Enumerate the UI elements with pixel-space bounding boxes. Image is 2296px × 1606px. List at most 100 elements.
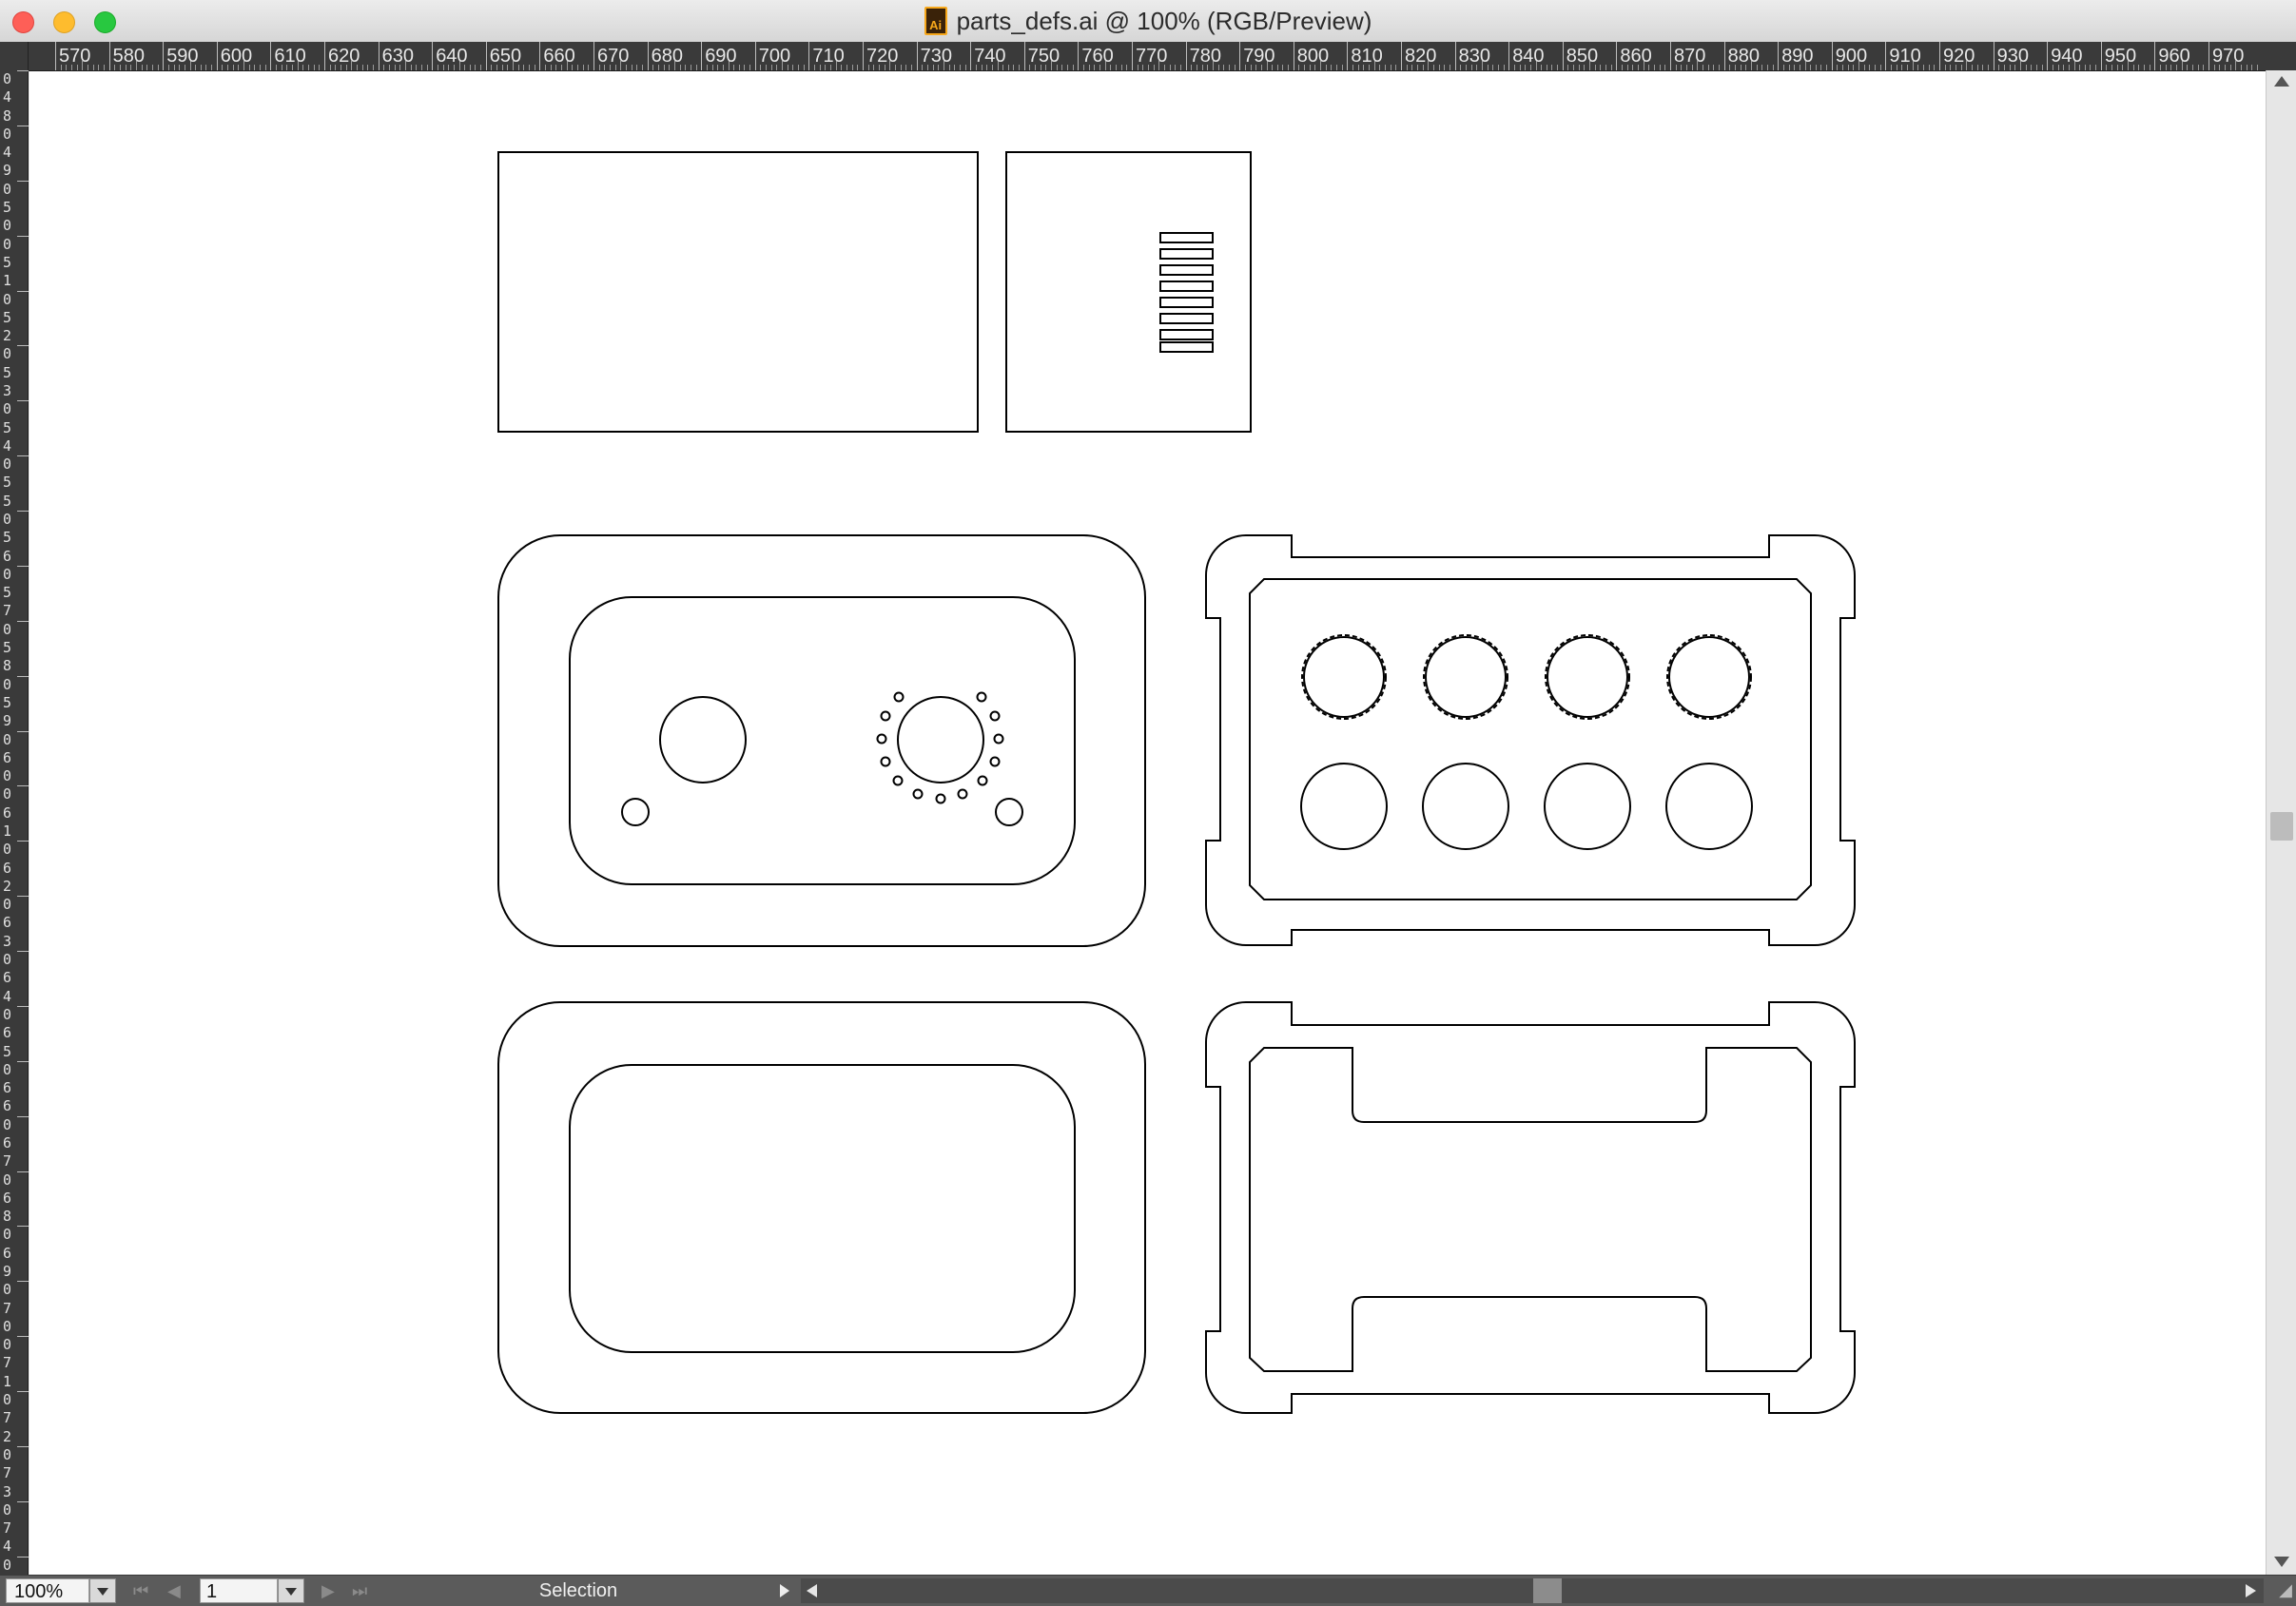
knob-hole-left[interactable] bbox=[659, 696, 747, 784]
ruler-minor-tick bbox=[151, 65, 153, 70]
top-plate-inner[interactable] bbox=[1249, 578, 1812, 900]
artboard-number-field[interactable]: 1 bbox=[200, 1578, 278, 1603]
ruler-label: 950 bbox=[2104, 46, 2137, 67]
ruler-minor-tick bbox=[1007, 65, 1009, 70]
ruler-minor-tick bbox=[1175, 65, 1177, 70]
ruler-minor-tick bbox=[2031, 65, 2033, 70]
ruler-minor-tick bbox=[2203, 65, 2205, 70]
panel-rect-vented[interactable] bbox=[1005, 151, 1252, 433]
horizontal-scroll-thumb[interactable] bbox=[1533, 1578, 1562, 1603]
ruler-minor-tick bbox=[738, 65, 740, 70]
ruler-digit: 0 bbox=[3, 730, 12, 748]
horizontal-ruler[interactable]: 570 580 590 600 610 620 630 640 650 660 670 680 690 7… bbox=[0, 42, 2296, 71]
ruler-minor-tick bbox=[1815, 65, 1817, 70]
ruler-minor-tick bbox=[1766, 65, 1768, 70]
ruler-minor-tick bbox=[1879, 65, 1881, 70]
last-artboard-icon[interactable]: ⏭ bbox=[352, 1578, 367, 1603]
bottom-plate-cutout[interactable] bbox=[1249, 1047, 1812, 1372]
ruler-label: 720 bbox=[866, 46, 899, 67]
ruler-major-tick bbox=[17, 1500, 29, 1502]
ruler-digit: 7 bbox=[3, 1299, 12, 1317]
panel-rect-large[interactable] bbox=[497, 151, 979, 433]
ruler-digit: 4 bbox=[3, 436, 12, 455]
ruler-major-tick bbox=[17, 1556, 29, 1558]
ruler-digit: 5 bbox=[3, 308, 12, 326]
ruler-digit: 0 bbox=[3, 620, 12, 638]
scroll-right-icon[interactable] bbox=[2246, 1584, 2256, 1597]
ruler-major-tick bbox=[17, 455, 29, 457]
rear-panel-window[interactable] bbox=[569, 1064, 1076, 1353]
ruler-minor-tick bbox=[1282, 65, 1284, 70]
ruler-major-tick bbox=[17, 180, 29, 182]
zoom-dropdown-button[interactable] bbox=[89, 1578, 116, 1603]
vent-slots[interactable] bbox=[1159, 232, 1214, 353]
button-holes-round[interactable] bbox=[1300, 763, 1753, 850]
first-artboard-icon[interactable]: ⏮ bbox=[133, 1578, 148, 1603]
ruler-minor-tick bbox=[264, 65, 266, 70]
ruler-minor-tick bbox=[695, 65, 697, 70]
ruler-minor-tick bbox=[1987, 65, 1989, 70]
ruler-digit: 0 bbox=[3, 455, 12, 474]
ruler-minor-tick bbox=[146, 65, 148, 70]
ruler-major-tick bbox=[1939, 42, 1940, 70]
ruler-major-tick bbox=[17, 951, 29, 953]
vertical-scroll-thumb[interactable] bbox=[2270, 812, 2293, 841]
top-plate-outer[interactable] bbox=[1205, 534, 1856, 946]
ruler-digit: 5 bbox=[3, 492, 12, 510]
ruler-digit: 5 bbox=[3, 1042, 12, 1060]
ruler-digit: 9 bbox=[3, 712, 12, 730]
ruler-major-tick bbox=[1885, 42, 1887, 70]
ruler-label: 920 bbox=[1943, 46, 1975, 67]
next-artboard-icon[interactable]: ▶ bbox=[321, 1578, 335, 1603]
scroll-down-icon[interactable] bbox=[2274, 1557, 2289, 1567]
ruler-major-tick bbox=[808, 42, 810, 70]
ruler-major-tick bbox=[17, 1060, 29, 1062]
status-bar: 100% ⏮ ◀ 1 ▶ ⏭ Selection ◢ bbox=[0, 1575, 2296, 1606]
ruler-digit: 7 bbox=[3, 1354, 12, 1372]
scroll-left-icon[interactable] bbox=[807, 1584, 817, 1597]
ruler-minor-tick bbox=[103, 65, 105, 70]
ruler-label: 820 bbox=[1405, 46, 1437, 67]
window-title: parts_defs.ai @ 100% (RGB/Preview) bbox=[956, 6, 1372, 35]
ruler-minor-tick bbox=[1126, 65, 1128, 70]
ruler-minor-tick bbox=[211, 65, 213, 70]
bottom-plate-outer[interactable] bbox=[1205, 1001, 1856, 1414]
current-tool-label[interactable]: Selection bbox=[388, 1578, 769, 1603]
resize-grip-icon[interactable]: ◢ bbox=[2279, 1581, 2292, 1598]
ruler-minor-tick bbox=[1659, 65, 1661, 70]
zoom-level-field[interactable]: 100% bbox=[6, 1578, 89, 1603]
led-hole-right[interactable] bbox=[995, 798, 1023, 826]
ruler-major-tick bbox=[163, 42, 165, 70]
ruler-minor-tick bbox=[1341, 65, 1343, 70]
front-panel-window[interactable] bbox=[569, 596, 1076, 885]
horizontal-scrollbar[interactable] bbox=[801, 1578, 2264, 1603]
knob-hole-right[interactable] bbox=[897, 696, 984, 784]
ruler-label: 700 bbox=[758, 46, 791, 67]
knob-indicator-dots bbox=[876, 691, 1004, 804]
button-holes-serrated[interactable] bbox=[1301, 634, 1752, 720]
ruler-digit: 6 bbox=[3, 1079, 12, 1097]
led-hole-left[interactable] bbox=[621, 798, 650, 826]
ruler-minor-tick bbox=[426, 65, 428, 70]
ruler-label: 910 bbox=[1889, 46, 1921, 67]
status-menu-arrow-icon[interactable] bbox=[780, 1584, 789, 1597]
vertical-ruler[interactable]: 0480490500510520530540550560570580590600… bbox=[0, 70, 29, 1575]
ruler-minor-tick bbox=[529, 65, 531, 70]
ruler-label: 840 bbox=[1512, 46, 1545, 67]
ruler-minor-tick bbox=[685, 65, 687, 70]
ruler-origin[interactable] bbox=[0, 42, 29, 70]
artboard-canvas[interactable] bbox=[29, 71, 2266, 1575]
ruler-major-tick bbox=[1078, 42, 1080, 70]
ruler-digit: 0 bbox=[3, 345, 12, 363]
ruler-digit: 5 bbox=[3, 529, 12, 547]
previous-artboard-icon[interactable]: ◀ bbox=[167, 1578, 181, 1603]
artboard-dropdown-button[interactable] bbox=[278, 1578, 304, 1603]
ruler-digit: 6 bbox=[3, 1024, 12, 1042]
scroll-up-icon[interactable] bbox=[2274, 76, 2289, 87]
vertical-scrollbar[interactable] bbox=[2266, 70, 2296, 1575]
ruler-digit: 0 bbox=[3, 1317, 12, 1335]
ruler-digit: 0 bbox=[3, 1115, 12, 1133]
ruler-major-tick bbox=[17, 785, 29, 787]
ruler-digit: 3 bbox=[3, 1482, 12, 1500]
ruler-major-tick bbox=[324, 42, 325, 70]
